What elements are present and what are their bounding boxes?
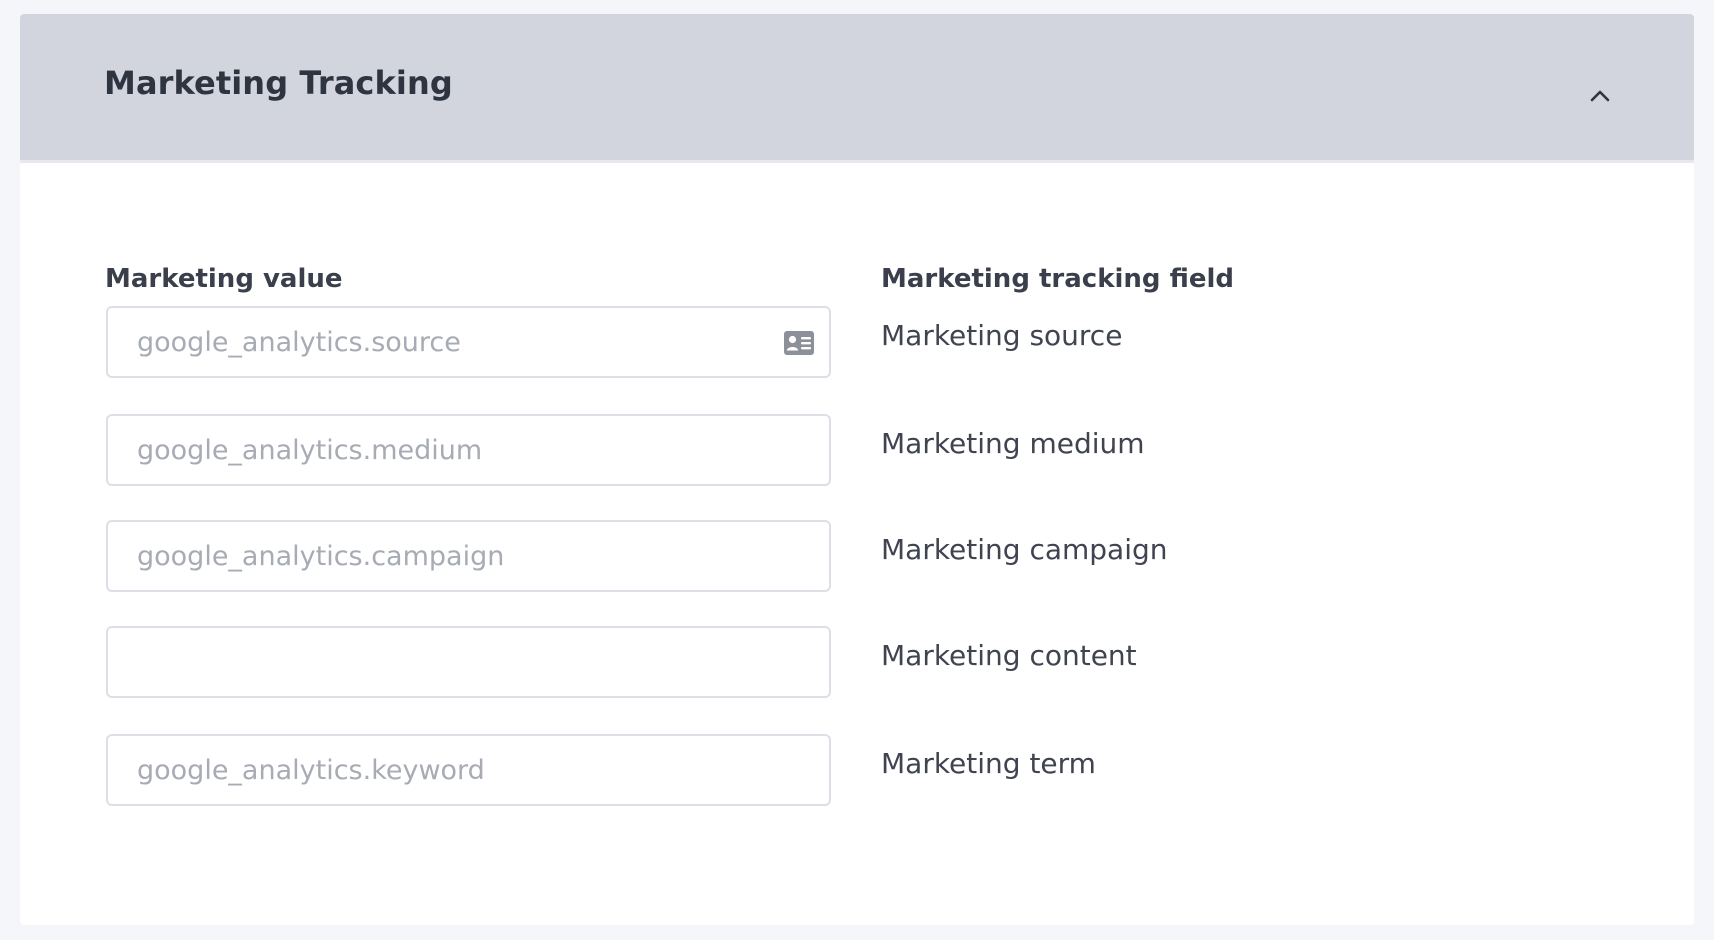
marketing-source-input[interactable] — [108, 308, 829, 376]
chevron-up-icon — [1590, 90, 1610, 102]
marketing-content-field[interactable] — [106, 626, 831, 698]
panel-header[interactable]: Marketing Tracking — [20, 14, 1694, 163]
panel-title: Marketing Tracking — [104, 64, 453, 102]
marketing-content-label: Marketing content — [881, 639, 1137, 672]
contact-card-icon[interactable] — [783, 330, 815, 356]
marketing-campaign-field[interactable] — [106, 520, 831, 592]
collapse-toggle-button[interactable] — [1580, 76, 1620, 116]
marketing-campaign-input[interactable] — [108, 522, 829, 590]
marketing-term-label: Marketing term — [881, 747, 1096, 780]
marketing-campaign-label: Marketing campaign — [881, 533, 1168, 566]
marketing-medium-input[interactable] — [108, 416, 829, 484]
marketing-tracking-panel: Marketing Tracking Marketing value Marke… — [20, 14, 1694, 925]
marketing-tracking-field-header: Marketing tracking field — [881, 264, 1234, 294]
marketing-value-header: Marketing value — [105, 264, 343, 294]
marketing-content-input[interactable] — [108, 628, 829, 696]
marketing-term-field[interactable] — [106, 734, 831, 806]
marketing-term-input[interactable] — [108, 736, 829, 804]
marketing-medium-label: Marketing medium — [881, 427, 1145, 460]
marketing-source-field[interactable] — [106, 306, 831, 378]
marketing-source-label: Marketing source — [881, 319, 1123, 352]
marketing-medium-field[interactable] — [106, 414, 831, 486]
